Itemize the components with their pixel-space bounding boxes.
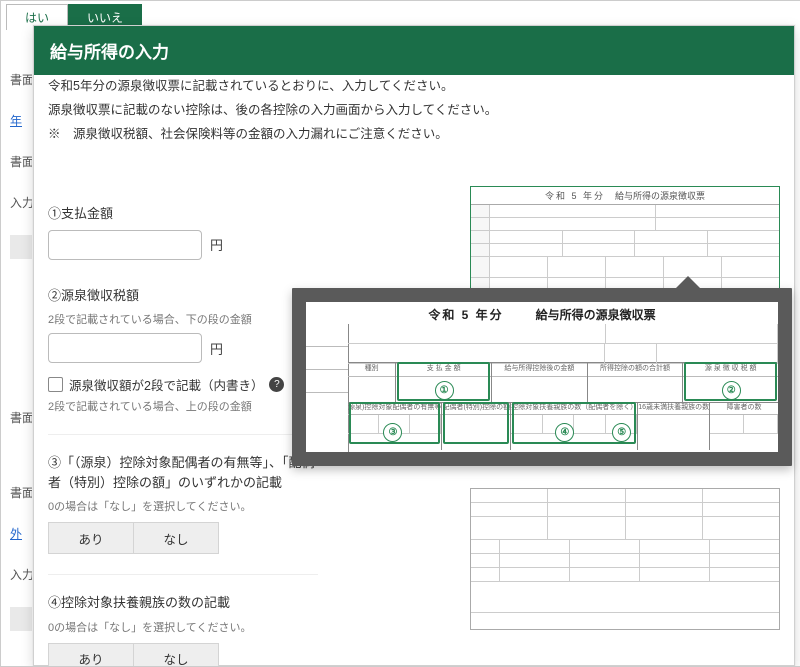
subtext-select-none: 0の場合は「なし」を選択してください。 [48,498,318,514]
slip-thumbnail-lower [470,488,780,630]
marker-1: ① [435,381,454,400]
bg-text: 書面 [10,153,32,170]
unit-yen: 円 [210,235,223,254]
button-spouse-no[interactable]: なし [134,522,219,554]
checkbox-two-lines[interactable] [48,377,63,392]
subtext-select-none: 0の場合は「なし」を選択してください。 [48,619,318,635]
bg-text: 入力 [10,566,32,583]
checkbox-label: 源泉徴収額が2段で記載（内書き） [69,375,263,394]
marker-3: ③ [383,423,402,442]
button-spouse-yes[interactable]: あり [48,522,134,554]
label-spouse-deduction: ③「（源泉）控除対象配偶者の有無等」、「配偶者（特別）控除の額」のいずれかの記載 [48,453,318,492]
label-withholding-tax: ②源泉徴収税額 [48,286,318,306]
marker-2: ② [722,381,741,400]
slip-thumbnail: 令和 5 年分給与所得の源泉徴収票 [470,186,780,298]
bg-text: 入力 [10,194,32,211]
bg-text: 書面 [10,71,32,88]
button-dependents-yes[interactable]: あり [48,643,134,667]
bg-text: 書面 [10,409,32,426]
subtext-two-lines-lower: 2段で記載されている場合、下の段の金額 [48,311,318,327]
input-payment-amount[interactable] [48,230,202,260]
marker-5: ⑤ [612,423,631,442]
subtext-two-lines-upper: 2段で記載されている場合、上の段の金額 [48,398,318,414]
intro-text: 令和5年分の源泉徴収票に記載されているとおりに、入力してください。 源泉徴収票に… [48,75,780,146]
help-icon[interactable]: ? [269,377,284,392]
bg-link[interactable]: 外 [10,527,22,541]
bg-link[interactable]: 年 [10,114,22,128]
modal-salary-income: 給与所得の入力 令和5年分の源泉徴収票に記載されているとおりに、入力してください… [33,25,795,666]
marker-4: ④ [555,423,574,442]
bg-text: 書面 [10,484,32,501]
button-dependents-no[interactable]: なし [134,643,219,667]
unit-yen: 円 [210,339,223,358]
label-dependents: ④控除対象扶養親族の数の記載 [48,593,318,613]
figure-withholding-slip: 令和 5 年分給与所得の源泉徴収票 令和 5 年分 給与所得の源泉徴収票 [332,168,794,667]
label-payment-amount: ①支払金額 [48,204,318,224]
input-withholding-tax[interactable] [48,333,202,363]
slip-zoom: 令和 5 年分 給与所得の源泉徴収票 種別 支 払 金 額 [292,288,792,466]
modal-title: 給与所得の入力 [34,26,794,75]
